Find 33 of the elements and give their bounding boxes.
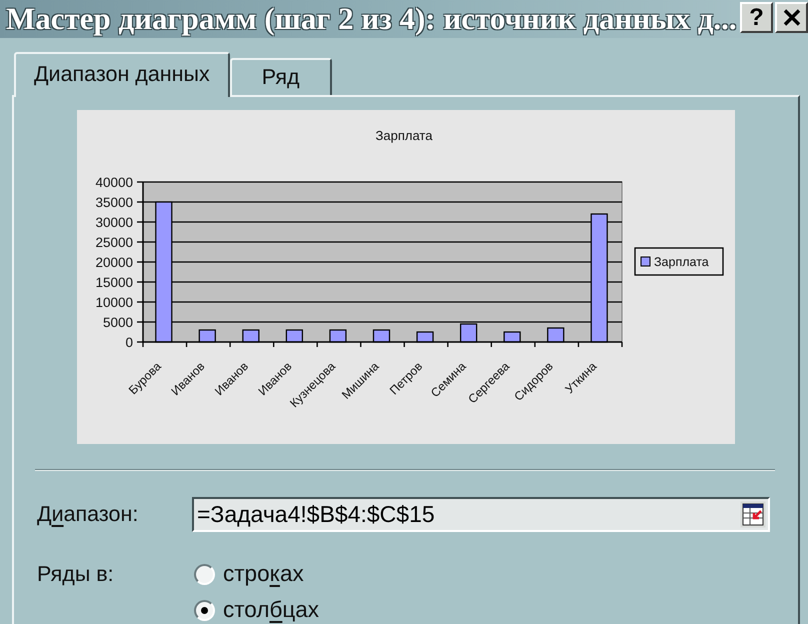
close-icon xyxy=(782,9,800,26)
radio-button[interactable] xyxy=(194,564,215,584)
help-button[interactable]: ? xyxy=(740,2,773,33)
bar xyxy=(504,331,521,343)
bar xyxy=(242,329,260,343)
axis-tick-label: 25000 xyxy=(95,235,133,250)
bar xyxy=(198,329,216,343)
chart-title: Зарплата xyxy=(376,128,432,143)
close-button[interactable] xyxy=(775,2,808,33)
bar xyxy=(416,331,434,343)
axis-tick-label: 35000 xyxy=(95,195,133,210)
axis-tick-label: 30000 xyxy=(95,215,133,230)
bar xyxy=(372,329,390,343)
legend-label: Зарплата xyxy=(654,255,709,269)
tab[interactable]: Диапазон данных xyxy=(14,52,230,97)
field-label: Диапазон: xyxy=(37,501,140,528)
bar xyxy=(547,327,564,343)
bar xyxy=(286,329,304,343)
axis-tick-label: 10000 xyxy=(95,295,133,310)
axis-tick-label: 20000 xyxy=(95,255,133,270)
range-select-icon[interactable] xyxy=(740,500,766,528)
axis-tick-label: 40000 xyxy=(95,175,133,190)
field-label: Ряды в: xyxy=(37,561,115,588)
window-title: Мастер диаграмм (шаг 2 из 4): источник данных д... xyxy=(6,0,737,38)
tab[interactable]: Ряд xyxy=(230,58,332,95)
radio-button[interactable] xyxy=(194,600,215,620)
option-label[interactable]: столбцах xyxy=(223,597,319,623)
option-label[interactable]: строках xyxy=(223,561,304,587)
bar xyxy=(329,329,347,343)
axis-tick-label: 0 xyxy=(125,335,133,350)
axis-tick-label: 5000 xyxy=(102,315,133,330)
range-field[interactable]: =Задача4!$B$4:$C$15 xyxy=(192,496,770,532)
axis-tick-label: 15000 xyxy=(95,275,133,290)
